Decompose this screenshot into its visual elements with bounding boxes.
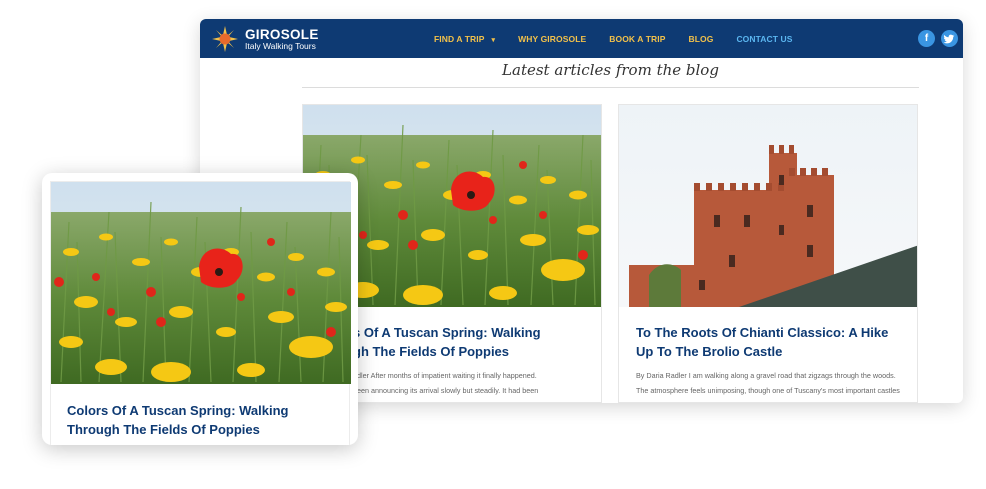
twitter-bird-glyph — [943, 34, 955, 44]
brolio-castle-image[interactable] — [619, 105, 917, 307]
stage: GIROSOLE Italy Walking Tours FIND A TRIP… — [0, 0, 986, 489]
blog-section-heading: Latest articles from the blog — [502, 61, 719, 79]
nav-find-a-trip-label: FIND A TRIP — [434, 33, 485, 44]
featured-card-inner: Colors Of A Tuscan Spring: Walking Throu… — [50, 181, 351, 445]
blog-card-title[interactable]: To The Roots Of Chianti Classico: A Hike… — [636, 323, 906, 361]
featured-card-title[interactable]: Colors Of A Tuscan Spring: Walking Throu… — [67, 401, 337, 439]
divider — [302, 87, 919, 88]
nav-contact-us[interactable]: CONTACT US — [736, 34, 792, 44]
nav-book-a-trip[interactable]: BOOK A TRIP — [609, 34, 665, 44]
sun-logo-icon — [212, 26, 238, 52]
twitter-icon[interactable] — [941, 30, 958, 47]
featured-blog-card[interactable]: Colors Of A Tuscan Spring: Walking Throu… — [42, 173, 358, 445]
nav-find-a-trip[interactable]: FIND A TRIP ▾ — [434, 34, 495, 44]
nav-blog[interactable]: BLOG — [688, 34, 713, 44]
nav-why-girosole[interactable]: WHY GIROSOLE — [518, 34, 586, 44]
chevron-down-icon: ▾ — [491, 36, 496, 44]
facebook-icon[interactable]: f — [918, 30, 935, 47]
poppy-field-image[interactable] — [51, 182, 351, 384]
blog-card-brolio-castle[interactable]: To The Roots Of Chianti Classico: A Hike… — [618, 104, 918, 403]
site-logo[interactable]: GIROSOLE Italy Walking Tours — [212, 25, 319, 53]
main-nav: FIND A TRIP ▾ WHY GIROSOLE BOOK A TRIP BL… — [434, 19, 816, 58]
site-header: GIROSOLE Italy Walking Tours FIND A TRIP… — [200, 19, 963, 58]
blog-card-excerpt: adler After months of impatient waiting … — [353, 371, 550, 402]
brand-name: GIROSOLE — [245, 26, 319, 42]
blog-card-title[interactable]: s Of A Tuscan Spring: Walking gh The Fie… — [353, 323, 601, 361]
brand-tagline: Italy Walking Tours — [245, 40, 316, 51]
blog-card-excerpt: By Daria Radler I am walking along a gra… — [636, 371, 900, 402]
